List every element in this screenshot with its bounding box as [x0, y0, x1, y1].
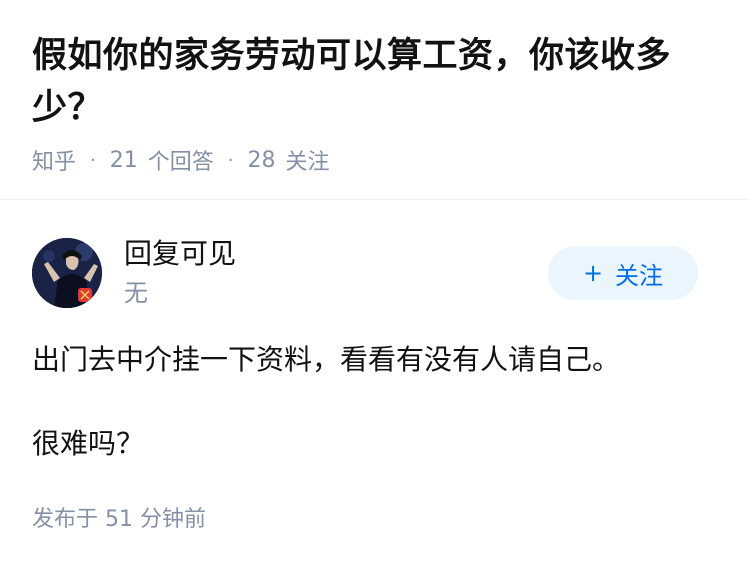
follower-count: 28 [247, 147, 276, 173]
answer-count-label: 个回答 [147, 150, 214, 175]
separator-dot: · [90, 149, 96, 171]
plus-icon: + [582, 259, 604, 287]
answer-published-time: 发布于 51 分钟前 [32, 502, 206, 538]
answer-paragraph: 很难吗？ [32, 427, 145, 460]
separator-dot: · [227, 149, 234, 171]
avatar-icon [32, 238, 102, 308]
follow-button-label: 关注 [615, 261, 664, 290]
answer-card: 回复可见 无 + 关注 出门去中介挂一下资料，看看有没有人请自己。 很难吗？ 发… [0, 200, 750, 574]
site-name[interactable]: 知乎 [32, 144, 76, 176]
follow-button[interactable]: + 关注 [548, 246, 698, 300]
answer-paragraph: 出门去中介挂一下资料，看看有没有人请自己。 [32, 343, 621, 376]
author-name[interactable]: 回复可见 [124, 234, 236, 274]
published-label: 发布于 [32, 507, 99, 532]
answer-count: 21 [109, 147, 138, 173]
follower-count-label: 关注 [285, 150, 330, 175]
question-header: 假如你的家务劳动可以算工资，你该收多少？ 知乎 · 21 个回答 · 28 关注 [0, 0, 750, 200]
answer-content: 出门去中介挂一下资料，看看有没有人请自己。 很难吗？ [32, 334, 722, 470]
published-time: 51 分钟前 [105, 507, 207, 532]
author-headline: 无 [124, 279, 148, 307]
question-title[interactable]: 假如你的家务劳动可以算工资，你该收多少？ [32, 30, 718, 134]
question-meta: 知乎 · 21 个回答 · 28 关注 [32, 142, 330, 178]
avatar[interactable] [32, 238, 102, 308]
